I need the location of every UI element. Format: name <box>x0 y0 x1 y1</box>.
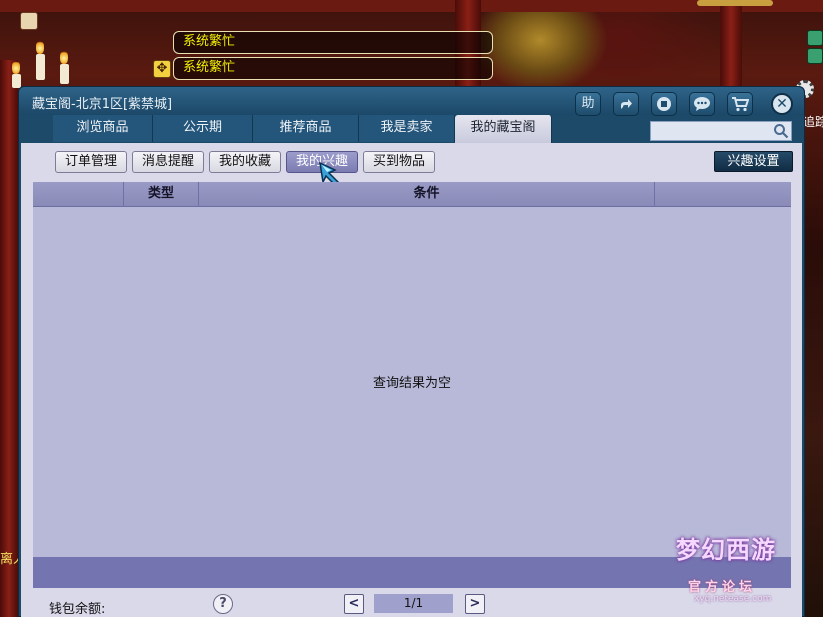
cart-icon <box>732 97 750 112</box>
left-side-label: 离人 <box>0 552 18 567</box>
forum-watermark-logo: 梦幻西游 官方论坛 xyq.netease.com <box>676 530 796 610</box>
close-button[interactable]: ✕ <box>771 93 793 115</box>
wallet-balance-label: 钱包余额: <box>49 602 106 617</box>
share-button[interactable] <box>613 92 639 116</box>
order-management-button[interactable]: 订单管理 <box>55 151 127 173</box>
system-message-1: 系统繁忙 <box>173 31 493 54</box>
empty-result-message: 查询结果为空 <box>372 376 451 391</box>
help-label: 助 <box>581 96 595 111</box>
next-page-button[interactable]: > <box>465 594 485 614</box>
table-header: 类型 条件 <box>33 182 791 207</box>
column-header-extra <box>655 182 791 207</box>
window-title: 藏宝阁-北京1区[紫禁城] <box>32 97 173 112</box>
window-titlebar[interactable]: 藏宝阁-北京1区[紫禁城] 助 ✕ <box>19 87 804 116</box>
search-icon[interactable] <box>773 123 789 139</box>
column-header-condition: 条件 <box>199 182 655 207</box>
watermark-title: 梦幻西游 <box>676 535 776 564</box>
purchased-items-button[interactable]: 买到物品 <box>363 151 435 173</box>
tab-my-pavilion[interactable]: 我的藏宝阁 <box>455 115 552 143</box>
minimap-toggle-icon[interactable] <box>807 30 823 46</box>
minimap-zoom-icon[interactable] <box>807 48 823 64</box>
watermark-url: xyq.netease.com <box>694 594 772 604</box>
page-indicator: 1/1 <box>374 594 453 613</box>
interest-settings-button[interactable]: 兴趣设置 <box>714 151 793 172</box>
cart-button[interactable] <box>727 92 753 116</box>
close-icon: ✕ <box>776 96 788 112</box>
search-box <box>650 121 792 141</box>
share-icon <box>621 99 632 109</box>
my-favorites-button[interactable]: 我的收藏 <box>209 151 281 173</box>
help-button[interactable]: 助 <box>575 92 601 116</box>
chat-icon <box>694 97 710 111</box>
tab-seller[interactable]: 我是卖家 <box>359 115 455 142</box>
prev-page-button[interactable]: < <box>344 594 364 614</box>
watermark-subtitle: 官方论坛 <box>688 580 757 595</box>
search-input[interactable] <box>651 122 771 140</box>
tab-browse[interactable]: 浏览商品 <box>53 115 153 142</box>
interest-table: 类型 条件 查询结果为空 <box>33 182 791 588</box>
tab-announcement[interactable]: 公示期 <box>153 115 253 142</box>
wallet-help-button[interactable]: ? <box>213 594 233 614</box>
column-header-type: 类型 <box>124 182 199 207</box>
message-reminder-button[interactable]: 消息提醒 <box>132 151 204 173</box>
system-message-2: 系统繁忙 <box>173 57 493 80</box>
record-button[interactable] <box>651 92 677 116</box>
column-header-blank <box>33 182 124 207</box>
avatar-frame-icon[interactable] <box>697 0 773 6</box>
move-icon[interactable]: ✥ <box>153 60 171 78</box>
calendar-icon[interactable] <box>20 12 38 30</box>
chat-button[interactable] <box>689 92 715 116</box>
record-icon <box>657 97 671 111</box>
tab-recommended[interactable]: 推荐商品 <box>253 115 359 142</box>
track-label[interactable]: 追踪 <box>803 113 823 130</box>
